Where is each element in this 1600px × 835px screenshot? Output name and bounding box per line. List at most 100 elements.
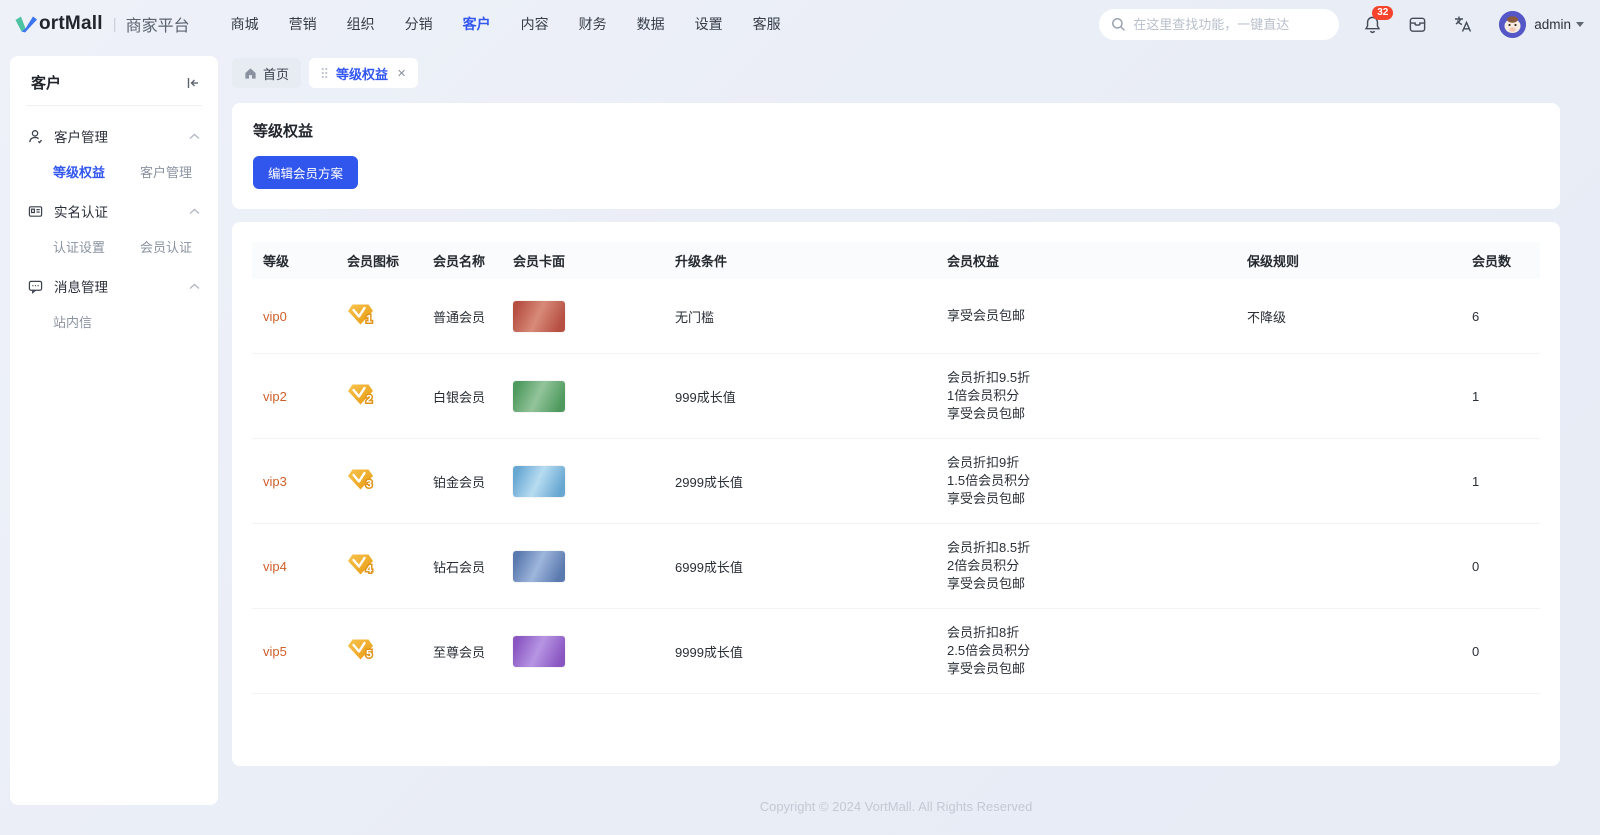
tab-bar: 首页 等级权益 ✕	[232, 58, 1560, 88]
translate-icon	[1453, 14, 1473, 34]
member-card-swatch	[513, 301, 565, 332]
level-link[interactable]: vip4	[263, 559, 287, 574]
member-card-cell	[502, 551, 664, 582]
column-header: 保级规则	[1236, 251, 1446, 270]
notification-badge: 32	[1372, 6, 1393, 20]
level-link[interactable]: vip0	[263, 309, 287, 324]
table-body: vip01普通会员无门槛享受会员包邮不降级6vip22白银会员999成长值会员折…	[252, 279, 1540, 694]
nav-item-8[interactable]: 数据	[622, 8, 680, 40]
brand[interactable]: ortMall | 商家平台	[14, 12, 190, 36]
benefits-cell: 享受会员包邮	[936, 307, 1236, 325]
nav-item-5[interactable]: 客户	[448, 8, 506, 40]
shop-icon	[1408, 15, 1427, 34]
level-table-card: 等级会员图标会员名称会员卡面升级条件会员权益保级规则会员数 vip01普通会员无…	[232, 222, 1560, 766]
home-icon	[244, 67, 257, 80]
benefit-line: 享受会员包邮	[947, 490, 1236, 508]
member-count-cell: 1	[1446, 474, 1540, 489]
main-content: 首页 等级权益 ✕ 等级权益 编辑会员方案 等级会员图标会员名称会员卡面升级条件…	[232, 56, 1560, 814]
svg-text:1: 1	[366, 314, 372, 326]
sidebar: 客户 客户管理	[10, 56, 218, 805]
column-header: 等级	[252, 251, 336, 270]
collapse-sidebar-icon[interactable]	[186, 76, 200, 90]
upgrade-condition-cell: 999成长值	[664, 387, 936, 406]
page-header-card: 等级权益 编辑会员方案	[232, 103, 1560, 209]
app-root: ortMall | 商家平台 商城营销组织分销客户内容财务数据设置客服 32	[0, 0, 1600, 835]
sidebar-item-member-auth[interactable]: 会员认证	[140, 237, 227, 256]
table-row: vip01普通会员无门槛享受会员包邮不降级6	[252, 279, 1540, 354]
sidebar-group-header[interactable]: 消息管理	[26, 276, 202, 296]
benefits-cell: 会员折扣8.5折2倍会员积分享受会员包邮	[936, 539, 1236, 593]
upgrade-condition-cell: 9999成长值	[664, 642, 936, 661]
tab-drag-handle[interactable]	[321, 67, 328, 79]
benefit-line: 享受会员包邮	[947, 575, 1236, 593]
level-cell: vip3	[252, 474, 336, 489]
nav-item-1[interactable]: 商城	[216, 8, 274, 40]
member-count-cell: 0	[1446, 644, 1540, 659]
chevron-up-icon	[189, 283, 200, 290]
user-menu[interactable]: admin	[1499, 11, 1584, 38]
nav-item-6[interactable]: 内容	[506, 8, 564, 40]
v-logo-icon	[14, 15, 38, 33]
level-cell: vip0	[252, 309, 336, 324]
benefit-line: 享受会员包邮	[947, 660, 1236, 678]
nav-item-3[interactable]: 组织	[332, 8, 390, 40]
member-count-cell: 0	[1446, 559, 1540, 574]
member-name-cell: 至尊会员	[422, 642, 502, 661]
level-link[interactable]: vip2	[263, 389, 287, 404]
chevron-up-icon	[189, 133, 200, 140]
sidebar-item-customer-mgmt[interactable]: 客户管理	[140, 162, 227, 181]
notifications-button[interactable]: 32	[1363, 15, 1382, 34]
tab-label: 等级权益	[336, 64, 388, 83]
benefit-line: 会员折扣8.5折	[947, 539, 1236, 557]
svg-text:3: 3	[366, 479, 372, 491]
sidebar-group-customer-mgmt: 客户管理 等级权益 客户管理	[26, 126, 202, 181]
level-link[interactable]: vip5	[263, 644, 287, 659]
user-name: admin	[1534, 17, 1571, 32]
benefit-line: 2.5倍会员积分	[947, 642, 1236, 660]
vip-gem-icon: 3	[347, 468, 374, 491]
search-input[interactable]	[1133, 17, 1327, 32]
sidebar-group-header[interactable]: 实名认证	[26, 201, 202, 221]
sidebar-title: 客户	[31, 72, 61, 93]
member-card-cell	[502, 466, 664, 497]
level-link[interactable]: vip3	[263, 474, 287, 489]
sidebar-group-messages: 消息管理 站内信	[26, 276, 202, 331]
close-icon[interactable]: ✕	[397, 67, 406, 80]
upgrade-condition-cell: 6999成长值	[664, 557, 936, 576]
nav-item-9[interactable]: 设置	[680, 8, 738, 40]
member-card-swatch	[513, 636, 565, 667]
table-row: vip55至尊会员9999成长值会员折扣8折2.5倍会员积分享受会员包邮0	[252, 609, 1540, 694]
edit-member-plan-button[interactable]: 编辑会员方案	[253, 156, 358, 189]
nav-item-7[interactable]: 财务	[564, 8, 622, 40]
table-row: vip33铂金会员2999成长值会员折扣9折1.5倍会员积分享受会员包邮1	[252, 439, 1540, 524]
svg-text:4: 4	[366, 564, 373, 576]
column-header: 会员权益	[936, 251, 1236, 270]
benefits-cell: 会员折扣9.5折1倍会员积分享受会员包邮	[936, 369, 1236, 423]
sidebar-group-header[interactable]: 客户管理	[26, 126, 202, 146]
caret-down-icon	[1576, 22, 1584, 27]
translate-button[interactable]	[1453, 14, 1473, 34]
nav-item-2[interactable]: 营销	[274, 8, 332, 40]
tab-home[interactable]: 首页	[232, 58, 301, 88]
svg-text:5: 5	[366, 649, 372, 661]
nav-item-10[interactable]: 客服	[738, 8, 796, 40]
brand-separator: |	[113, 16, 117, 33]
benefit-line: 会员折扣9.5折	[947, 369, 1236, 387]
benefit-line: 享受会员包邮	[947, 307, 1236, 325]
chevron-up-icon	[189, 208, 200, 215]
global-search[interactable]	[1099, 9, 1339, 40]
member-name-cell: 白银会员	[422, 387, 502, 406]
member-card-cell	[502, 301, 664, 332]
search-icon	[1111, 17, 1126, 32]
table-header-row: 等级会员图标会员名称会员卡面升级条件会员权益保级规则会员数	[252, 242, 1540, 279]
sidebar-item-site-mail[interactable]: 站内信	[53, 312, 140, 331]
sidebar-item-level-benefits[interactable]: 等级权益	[53, 162, 140, 181]
member-card-swatch	[513, 551, 565, 582]
nav-item-4[interactable]: 分销	[390, 8, 448, 40]
upgrade-condition-cell: 无门槛	[664, 307, 936, 326]
sidebar-item-auth-settings[interactable]: 认证设置	[53, 237, 140, 256]
member-count-cell: 6	[1446, 309, 1540, 324]
shop-button[interactable]	[1408, 15, 1427, 34]
message-icon	[28, 279, 44, 294]
tab-level-benefits[interactable]: 等级权益 ✕	[309, 58, 418, 88]
